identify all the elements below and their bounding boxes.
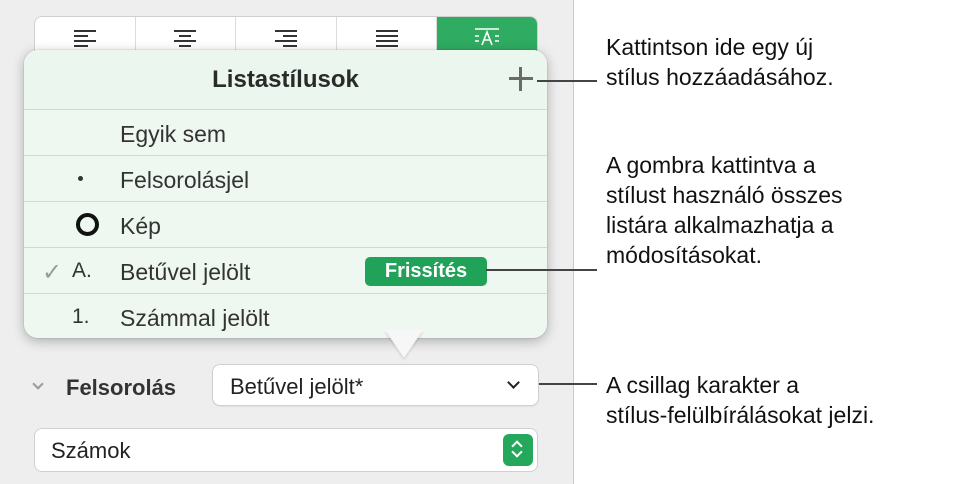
- list-type-value: Számok: [51, 438, 131, 463]
- bullet-dot-icon: [78, 176, 83, 181]
- chevron-down-icon: [507, 376, 520, 389]
- align-right-icon: [274, 30, 297, 47]
- list-item-label: Egyik sem: [120, 121, 227, 147]
- callout-line-override: [539, 383, 597, 385]
- callout-add-style: Kattintson ide egy új stílus hozzáadásáh…: [606, 34, 834, 90]
- list-item-label: Felsorolásjel: [120, 167, 250, 193]
- list-item-label: Számmal jelölt: [120, 305, 270, 331]
- popover-header: Listastílusok: [24, 50, 547, 110]
- popup-stepper-icon: [503, 434, 533, 466]
- list-style-list: Egyik sem Felsorolásjel Kép ✓ A. Betűvel…: [24, 110, 547, 338]
- list-marker: A.: [72, 259, 92, 282]
- chevron-down-icon[interactable]: [32, 378, 44, 390]
- plus-icon[interactable]: [506, 64, 536, 94]
- list-style-select[interactable]: Betűvel jelölt*: [212, 364, 539, 406]
- align-left-icon: [73, 30, 96, 47]
- callout-line-update: [486, 269, 597, 271]
- list-type-select[interactable]: Számok: [34, 428, 538, 472]
- bullets-section: Felsorolás Betűvel jelölt*: [30, 364, 540, 408]
- callout-update: A gombra kattintva a stílust használó ös…: [606, 152, 843, 268]
- callout-line-add: [537, 80, 597, 82]
- text-fit-icon: [475, 28, 500, 46]
- update-button[interactable]: Frissítés: [365, 257, 487, 286]
- format-inspector-panel: Listastílusok Egyik sem Felsorolásjel Ké…: [0, 0, 574, 484]
- list-item-label: Betűvel jelölt: [120, 259, 251, 285]
- list-styles-popover: Listastílusok Egyik sem Felsorolásjel Ké…: [24, 50, 547, 338]
- list-marker: 1.: [72, 305, 90, 328]
- list-item-numbered[interactable]: 1. Számmal jelölt: [24, 294, 547, 340]
- list-item-label: Kép: [120, 213, 161, 239]
- popover-title: Listastílusok: [212, 66, 359, 93]
- bullets-label: Felsorolás: [66, 375, 177, 400]
- list-item-lettered[interactable]: ✓ A. Betűvel jelölt Frissítés: [24, 248, 547, 294]
- list-item-image[interactable]: Kép: [24, 202, 547, 248]
- popover-arrow: [385, 330, 423, 358]
- align-center-icon: [174, 30, 197, 47]
- ring-icon: [76, 213, 99, 236]
- list-item-none[interactable]: Egyik sem: [24, 110, 547, 156]
- list-item-bullet[interactable]: Felsorolásjel: [24, 156, 547, 202]
- callout-override: A csillag karakter a stílus-felülbírálás…: [606, 372, 875, 428]
- checkmark-icon: ✓: [42, 259, 63, 286]
- list-style-value: Betűvel jelölt*: [230, 374, 364, 399]
- align-justify-icon: [375, 30, 398, 47]
